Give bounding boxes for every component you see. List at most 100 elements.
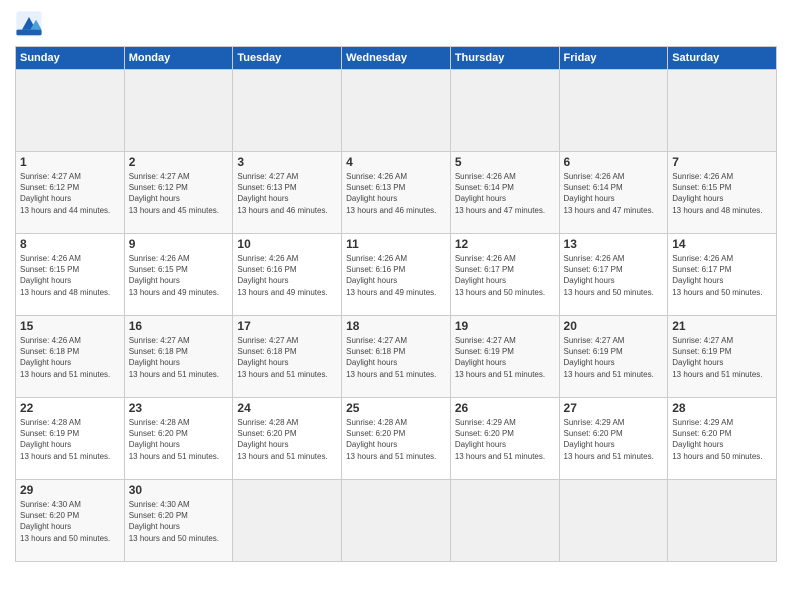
day-info: Sunrise: 4:27 AMSunset: 6:13 PMDaylight …	[237, 171, 337, 216]
calendar-cell: 7Sunrise: 4:26 AMSunset: 6:15 PMDaylight…	[668, 152, 777, 234]
day-number: 2	[129, 155, 229, 169]
day-info: Sunrise: 4:26 AMSunset: 6:15 PMDaylight …	[129, 253, 229, 298]
calendar-cell	[124, 70, 233, 152]
calendar-cell: 22 Sunrise: 4:28 AMSunset: 6:19 PMDayligh…	[16, 398, 125, 480]
calendar-cell: 23Sunrise: 4:28 AMSunset: 6:20 PMDayligh…	[124, 398, 233, 480]
calendar-week-row: 29 Sunrise: 4:30 AMSunset: 6:20 PMDayligh…	[16, 480, 777, 562]
day-number: 15	[20, 319, 120, 333]
day-number: 16	[129, 319, 229, 333]
day-number: 4	[346, 155, 446, 169]
day-number: 29	[20, 483, 120, 497]
calendar-week-row: 22 Sunrise: 4:28 AMSunset: 6:19 PMDayligh…	[16, 398, 777, 480]
calendar-cell	[559, 480, 668, 562]
calendar-cell: 15 Sunrise: 4:26 AMSunset: 6:18 PMDayligh…	[16, 316, 125, 398]
calendar-cell: 29 Sunrise: 4:30 AMSunset: 6:20 PMDayligh…	[16, 480, 125, 562]
calendar-header-sunday: Sunday	[16, 47, 125, 70]
calendar-cell: 12 Sunrise: 4:26 AMSunset: 6:17 PMDayligh…	[450, 234, 559, 316]
day-number: 5	[455, 155, 555, 169]
calendar-cell: 11 Sunrise: 4:26 AMSunset: 6:16 PMDayligh…	[342, 234, 451, 316]
day-number: 24	[237, 401, 337, 415]
day-info: Sunrise: 4:27 AMSunset: 6:19 PMDaylight …	[672, 335, 772, 380]
calendar-header-monday: Monday	[124, 47, 233, 70]
day-number: 1	[20, 155, 120, 169]
calendar-cell: 8Sunrise: 4:26 AMSunset: 6:15 PMDaylight…	[16, 234, 125, 316]
calendar-cell	[559, 70, 668, 152]
day-number: 22	[20, 401, 120, 415]
calendar-header-tuesday: Tuesday	[233, 47, 342, 70]
calendar-week-row: 1 Sunrise: 4:27 AMSunset: 6:12 PMDaylight…	[16, 152, 777, 234]
day-info: Sunrise: 4:29 AMSunset: 6:20 PMDaylight …	[455, 417, 555, 462]
day-number: 17	[237, 319, 337, 333]
day-info: Sunrise: 4:29 AMSunset: 6:20 PMDaylight …	[564, 417, 664, 462]
calendar-week-row: 15 Sunrise: 4:26 AMSunset: 6:18 PMDayligh…	[16, 316, 777, 398]
calendar-cell	[342, 480, 451, 562]
day-info: Sunrise: 4:26 AMSunset: 6:14 PMDaylight …	[455, 171, 555, 216]
calendar-cell	[233, 70, 342, 152]
day-number: 11	[346, 237, 446, 251]
day-number: 18	[346, 319, 446, 333]
day-info: Sunrise: 4:26 AMSunset: 6:16 PMDaylight …	[346, 253, 446, 298]
day-info: Sunrise: 4:27 AMSunset: 6:12 PMDaylight …	[129, 171, 229, 216]
day-number: 27	[564, 401, 664, 415]
day-number: 9	[129, 237, 229, 251]
day-info: Sunrise: 4:26 AMSunset: 6:15 PMDaylight …	[20, 253, 120, 298]
day-number: 25	[346, 401, 446, 415]
calendar-cell: 25 Sunrise: 4:28 AMSunset: 6:20 PMDayligh…	[342, 398, 451, 480]
calendar-cell: 19 Sunrise: 4:27 AMSunset: 6:19 PMDayligh…	[450, 316, 559, 398]
day-info: Sunrise: 4:27 AMSunset: 6:18 PMDaylight …	[129, 335, 229, 380]
day-info: Sunrise: 4:27 AMSunset: 6:19 PMDaylight …	[564, 335, 664, 380]
day-info: Sunrise: 4:27 AMSunset: 6:18 PMDaylight …	[237, 335, 337, 380]
day-info: Sunrise: 4:26 AMSunset: 6:14 PMDaylight …	[564, 171, 664, 216]
day-number: 12	[455, 237, 555, 251]
calendar-header-row: SundayMondayTuesdayWednesdayThursdayFrid…	[16, 47, 777, 70]
day-info: Sunrise: 4:26 AMSunset: 6:17 PMDaylight …	[564, 253, 664, 298]
day-info: Sunrise: 4:28 AMSunset: 6:20 PMDaylight …	[129, 417, 229, 462]
day-number: 21	[672, 319, 772, 333]
calendar-cell: 18 Sunrise: 4:27 AMSunset: 6:18 PMDayligh…	[342, 316, 451, 398]
page-container: SundayMondayTuesdayWednesdayThursdayFrid…	[0, 0, 792, 572]
calendar-cell: 14Sunrise: 4:26 AMSunset: 6:17 PMDayligh…	[668, 234, 777, 316]
calendar-header-wednesday: Wednesday	[342, 47, 451, 70]
calendar-header-saturday: Saturday	[668, 47, 777, 70]
calendar-cell: 4Sunrise: 4:26 AMSunset: 6:13 PMDaylight…	[342, 152, 451, 234]
day-info: Sunrise: 4:28 AMSunset: 6:20 PMDaylight …	[237, 417, 337, 462]
day-info: Sunrise: 4:29 AMSunset: 6:20 PMDaylight …	[672, 417, 772, 462]
calendar-cell: 10 Sunrise: 4:26 AMSunset: 6:16 PMDayligh…	[233, 234, 342, 316]
calendar-week-row: 8Sunrise: 4:26 AMSunset: 6:15 PMDaylight…	[16, 234, 777, 316]
calendar-cell: 26 Sunrise: 4:29 AMSunset: 6:20 PMDayligh…	[450, 398, 559, 480]
day-number: 19	[455, 319, 555, 333]
day-info: Sunrise: 4:28 AMSunset: 6:19 PMDaylight …	[20, 417, 120, 462]
calendar-cell: 16 Sunrise: 4:27 AMSunset: 6:18 PMDayligh…	[124, 316, 233, 398]
calendar-week-row	[16, 70, 777, 152]
day-number: 30	[129, 483, 229, 497]
calendar-cell: 1Sunrise: 4:27 AMSunset: 6:12 PMDaylight…	[16, 152, 125, 234]
calendar-cell: 2 Sunrise: 4:27 AMSunset: 6:12 PMDaylight…	[124, 152, 233, 234]
day-number: 6	[564, 155, 664, 169]
day-info: Sunrise: 4:30 AMSunset: 6:20 PMDaylight …	[20, 499, 120, 544]
calendar-cell: 9 Sunrise: 4:26 AMSunset: 6:15 PMDaylight…	[124, 234, 233, 316]
day-number: 7	[672, 155, 772, 169]
day-info: Sunrise: 4:26 AMSunset: 6:18 PMDaylight …	[20, 335, 120, 380]
day-info: Sunrise: 4:30 AMSunset: 6:20 PMDaylight …	[129, 499, 229, 544]
day-number: 10	[237, 237, 337, 251]
calendar-cell: 17 Sunrise: 4:27 AMSunset: 6:18 PMDayligh…	[233, 316, 342, 398]
day-info: Sunrise: 4:27 AMSunset: 6:18 PMDaylight …	[346, 335, 446, 380]
calendar-cell: 20Sunrise: 4:27 AMSunset: 6:19 PMDayligh…	[559, 316, 668, 398]
day-number: 3	[237, 155, 337, 169]
logo	[15, 10, 47, 38]
calendar-cell	[450, 70, 559, 152]
calendar-cell: 21 Sunrise: 4:27 AMSunset: 6:19 PMDayligh…	[668, 316, 777, 398]
day-info: Sunrise: 4:26 AMSunset: 6:17 PMDaylight …	[455, 253, 555, 298]
day-number: 26	[455, 401, 555, 415]
calendar-cell: 24 Sunrise: 4:28 AMSunset: 6:20 PMDayligh…	[233, 398, 342, 480]
day-info: Sunrise: 4:28 AMSunset: 6:20 PMDaylight …	[346, 417, 446, 462]
day-info: Sunrise: 4:26 AMSunset: 6:16 PMDaylight …	[237, 253, 337, 298]
calendar-cell	[668, 480, 777, 562]
calendar-cell: 30 Sunrise: 4:30 AMSunset: 6:20 PMDayligh…	[124, 480, 233, 562]
calendar-cell	[668, 70, 777, 152]
calendar-cell: 13Sunrise: 4:26 AMSunset: 6:17 PMDayligh…	[559, 234, 668, 316]
day-info: Sunrise: 4:27 AMSunset: 6:19 PMDaylight …	[455, 335, 555, 380]
day-info: Sunrise: 4:26 AMSunset: 6:17 PMDaylight …	[672, 253, 772, 298]
header	[15, 10, 777, 38]
calendar-table: SundayMondayTuesdayWednesdayThursdayFrid…	[15, 46, 777, 562]
